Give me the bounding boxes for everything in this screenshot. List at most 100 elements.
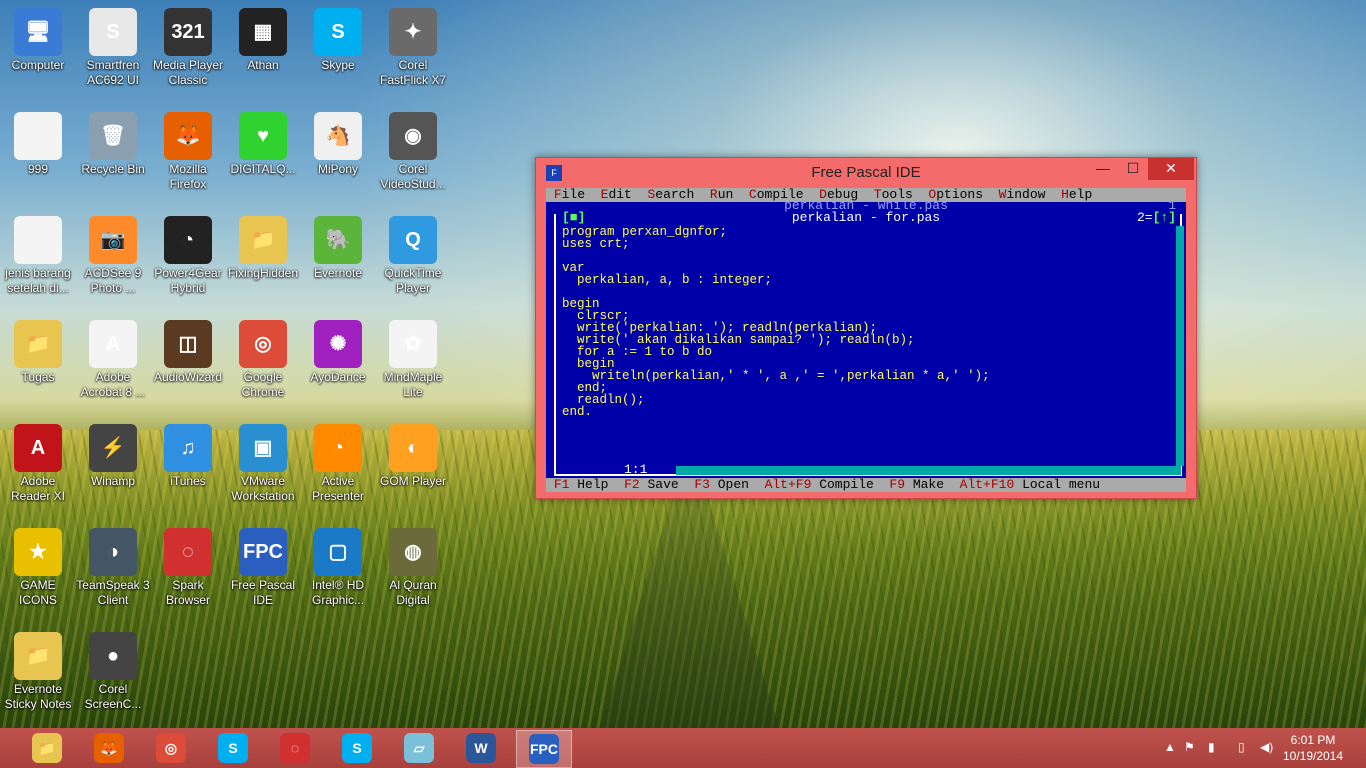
desktop-icon-quicktime-player[interactable]: Q QuickTime Player <box>375 212 451 296</box>
desktop-icon-adobe-reader-xi[interactable]: A Adobe Reader XI <box>0 420 76 504</box>
taskbar-notes[interactable]: ▱ <box>392 730 446 766</box>
desktop-icon-corel-fastflick-x7[interactable]: ✦ Corel FastFlick X7 <box>375 4 451 88</box>
desktop-icon-evernote-sticky-notes[interactable]: 📁 Evernote Sticky Notes <box>0 628 76 712</box>
desktop-icon-adobe-acrobat-8[interactable]: A Adobe Acrobat 8 ... <box>75 316 151 400</box>
desktop-icon-corel-videostud[interactable]: ◉ Corel VideoStud... <box>375 108 451 192</box>
front-window-title: perkalian - for.pas <box>791 210 941 225</box>
status-save[interactable]: F2 Save <box>624 477 694 492</box>
desktop-icon-label: Intel® HD Graphic... <box>311 578 365 607</box>
desktop-icon-label: 999 <box>27 162 49 176</box>
desktop-icon-mozilla-firefox[interactable]: 🦊 Mozilla Firefox <box>150 108 226 192</box>
desktop-icon-itunes[interactable]: ♫ iTunes <box>150 420 226 489</box>
desktop-icon-gom-player[interactable]: ◐ GOM Player <box>375 420 451 489</box>
network-signal-icon[interactable]: ▮ <box>1208 740 1215 754</box>
status-make[interactable]: F9 Make <box>889 477 959 492</box>
desktop-icon-tugas[interactable]: 📁 Tugas <box>0 316 76 385</box>
code-line[interactable] <box>562 286 990 298</box>
desktop-icon-al-quran-digital[interactable]: ◍ Al Quran Digital <box>375 524 451 608</box>
evernote-sticky-notes-icon: 📁 <box>14 632 62 680</box>
desktop-icon-vmware-workstation[interactable]: ▣ VMware Workstation <box>225 420 301 504</box>
close-button[interactable]: ✕ <box>1148 158 1194 180</box>
desktop-icon-teamspeak-3-client[interactable]: ◑ TeamSpeak 3 Client <box>75 524 151 608</box>
vmware-workstation-icon: ▣ <box>239 424 287 472</box>
dos-console[interactable]: File Edit Search Run Compile Debug Tools… <box>546 188 1186 492</box>
desktop-icon-intel-hd-graphic[interactable]: ▢ Intel® HD Graphic... <box>300 524 376 608</box>
status-label: Save <box>647 477 679 492</box>
desktop-icon-label: Skype <box>321 58 355 72</box>
taskbar-chrome[interactable]: ◎ <box>144 730 198 766</box>
desktop-icon-power4gear-hybrid[interactable]: ◔ Power4Gear Hybrid <box>150 212 226 296</box>
code-line[interactable]: uses crt; <box>562 238 990 251</box>
desktop-icon-acdsee-9-photo[interactable]: 📷 ACDSee 9 Photo ... <box>75 212 151 296</box>
status-compile[interactable]: Alt+F9 Compile <box>765 477 890 492</box>
desktop-icon-recycle-bin[interactable]: 🗑 Recycle Bin <box>75 108 151 177</box>
desktop-icon-label: Tugas <box>21 370 55 384</box>
desktop-icon-ayodance[interactable]: ✺ AyoDance <box>300 316 376 385</box>
clock[interactable]: 6:01 PM 10/19/2014 <box>1278 732 1348 764</box>
taskbar-skype-2[interactable]: S <box>330 730 384 766</box>
taskbar-skype[interactable]: S <box>206 730 260 766</box>
action-center-flag-icon[interactable]: ⚑ <box>1184 740 1195 754</box>
desktop-icon-spark-browser[interactable]: ◌ Spark Browser <box>150 524 226 608</box>
vertical-scrollbar[interactable] <box>1176 226 1184 466</box>
taskbar-free-pascal[interactable]: FPC <box>516 730 572 768</box>
taskbar-spark-browser[interactable]: ◌ <box>268 730 322 766</box>
editor-area[interactable]: perkalian - while.pas 1 perkalian - for.… <box>546 199 1186 478</box>
desktop-icon-mindmaple-lite[interactable]: ✿ MindMaple Lite <box>375 316 451 400</box>
desktop-icon-fixinghidden[interactable]: 📁 FixingHidden <box>225 212 301 281</box>
code-line[interactable]: end. <box>562 406 990 419</box>
desktop-icon-computer[interactable]: 🖥 Computer <box>0 4 76 73</box>
battery-icon[interactable]: ▯ <box>1238 740 1245 754</box>
desktop-icon-free-pascal-ide[interactable]: FPC Free Pascal IDE <box>225 524 301 608</box>
desktop-icon-skype[interactable]: S Skype <box>300 4 376 73</box>
code-line[interactable]: readln(); <box>562 394 990 407</box>
jenis-barang-setelah-di-icon <box>14 216 62 264</box>
show-hidden-icons-icon[interactable]: ▲ <box>1164 740 1176 754</box>
taskbar-file-explorer[interactable]: 📁 <box>20 730 74 766</box>
desktop-icon-label: Corel ScreenC... <box>84 682 142 711</box>
desktop-icon-label: Adobe Reader XI <box>10 474 66 503</box>
game-icons-icon: ★ <box>14 528 62 576</box>
ide-status-bar: F1 Help F2 Save F3 Open Alt+F9 Compile F… <box>546 478 1186 492</box>
code-line[interactable]: perkalian, a, b : integer; <box>562 274 990 287</box>
desktop-icon-google-chrome[interactable]: ◎ Google Chrome <box>225 316 301 400</box>
desktop-icon-corel-screenc[interactable]: ● Corel ScreenC... <box>75 628 151 712</box>
maximize-button[interactable]: ☐ <box>1118 158 1148 180</box>
code-line[interactable] <box>562 250 990 262</box>
desktop-icon-digitalq[interactable]: ♥ DIGITALQ... <box>225 108 301 177</box>
desktop-icon-evernote[interactable]: 🐘 Evernote <box>300 212 376 281</box>
desktop-icon-winamp[interactable]: ⚡ Winamp <box>75 420 151 489</box>
desktop-icon-label: Recycle Bin <box>81 162 145 176</box>
window-close-box[interactable]: [■] <box>562 211 585 224</box>
editor-status-line: 1:1 <box>554 463 1181 476</box>
desktop-icon-audiowizard[interactable]: ◫ AudioWizard <box>150 316 226 385</box>
code-line[interactable]: for a := 1 to b do <box>562 346 990 359</box>
status-key: Alt+F9 <box>764 477 812 492</box>
taskbar-word[interactable]: W <box>454 730 508 766</box>
desktop-icon-media-player-classic[interactable]: 321 Media Player Classic <box>150 4 226 88</box>
desktop-icon-smartfren-ac692-ui[interactable]: S Smartfren AC692 UI <box>75 4 151 88</box>
desktop-icon-mipony[interactable]: 🐴 MiPony <box>300 108 376 177</box>
source-code[interactable]: program perxan_dgnfor; uses crt; var perka… <box>562 226 990 419</box>
status-local-menu[interactable]: Alt+F10 Local menu <box>960 477 1116 492</box>
corel-screenc-icon: ● <box>89 632 137 680</box>
999-icon <box>14 112 62 160</box>
desktop-icon-label: Spark Browser <box>165 578 210 607</box>
horizontal-scrollbar[interactable] <box>676 466 1181 475</box>
desktop-icon-jenis-barang-setelah-di[interactable]: jenis barang setelah di... <box>0 212 76 296</box>
taskbar-firefox[interactable]: 🦊 <box>82 730 136 766</box>
status-open[interactable]: F3 Open <box>694 477 764 492</box>
free-pascal-window[interactable]: F Free Pascal IDE — ☐ ✕ File Edit Search… <box>535 157 1197 499</box>
volume-icon[interactable]: ◀) <box>1260 740 1273 754</box>
desktop-icon-active-presenter[interactable]: ◔ Active Presenter <box>300 420 376 504</box>
desktop-icon-label: GAME ICONS <box>18 578 57 607</box>
minimize-button[interactable]: — <box>1088 158 1118 180</box>
desktop-icon-game-icons[interactable]: ★ GAME ICONS <box>0 524 76 608</box>
desktop-icon-label: iTunes <box>170 474 206 488</box>
window-number-zoom[interactable]: 2=[↑] <box>1137 211 1176 224</box>
status-help[interactable]: F1 Help <box>554 477 624 492</box>
window-titlebar[interactable]: F Free Pascal IDE — ☐ ✕ <box>536 158 1196 188</box>
code-line[interactable]: writeln(perkalian,' * ', a ,' = ',perkal… <box>562 370 990 383</box>
desktop-icon-999[interactable]: 999 <box>0 108 76 177</box>
desktop-icon-athan[interactable]: ▦ Athan <box>225 4 301 73</box>
